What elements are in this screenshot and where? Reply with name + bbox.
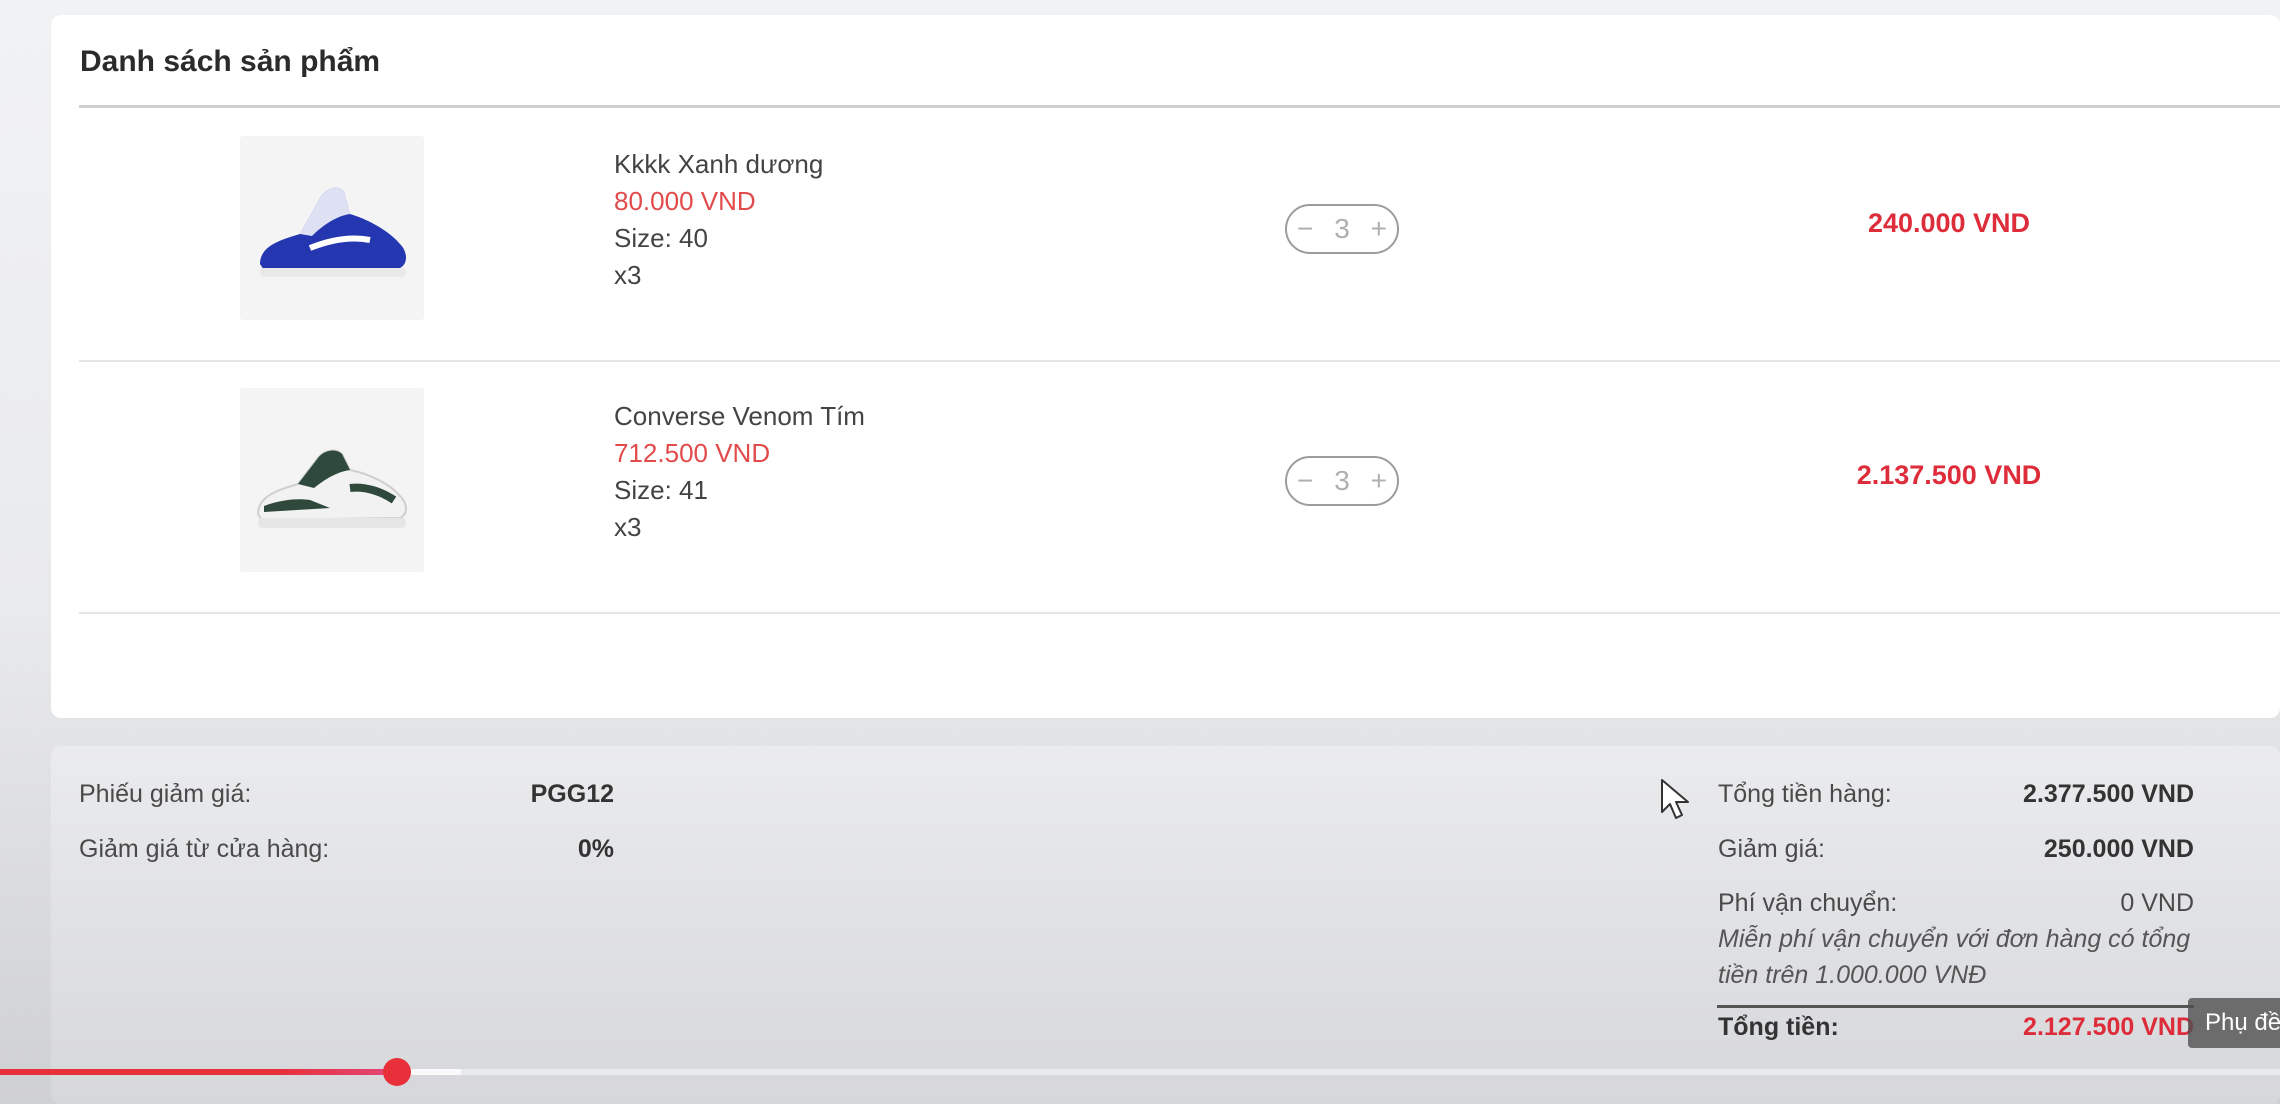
- product-info: Kkkk Xanh dương 80.000 VND Size: 40 x3: [614, 146, 823, 294]
- line-total: 240.000 VND: [1867, 208, 2031, 238]
- product-name[interactable]: Converse Venom Tím: [614, 398, 865, 435]
- subtotal-value: 2.377.500 VND: [2023, 780, 2194, 808]
- product-image[interactable]: [240, 388, 424, 572]
- increment-button[interactable]: +: [1371, 465, 1387, 497]
- shipping-note: Miễn phí vận chuyển với đơn hàng có tổng…: [1718, 925, 2191, 989]
- subtitle-button[interactable]: Phụ đề: [2188, 998, 2280, 1048]
- store-discount-label: Giảm giá từ cửa hàng:: [79, 835, 330, 863]
- voucher-value[interactable]: PGG12: [470, 780, 614, 809]
- unit-price: 712.500 VND: [614, 438, 771, 468]
- subtotal-label: Tổng tiền hàng:: [1718, 780, 1892, 808]
- mouse-cursor-icon: [1661, 779, 1689, 819]
- unit-price: 80.000 VND: [614, 186, 756, 216]
- discount-value: 250.000 VND: [2043, 835, 2194, 863]
- product-row: Converse Venom Tím 712.500 VND Size: 41 …: [79, 360, 2280, 614]
- line-total: 2.137.500 VND: [1856, 460, 2042, 490]
- quantity-value[interactable]: 3: [1334, 213, 1350, 245]
- product-info: Converse Venom Tím 712.500 VND Size: 41 …: [614, 398, 865, 546]
- shipping-label: Phí vận chuyển:: [1718, 889, 1898, 917]
- voucher-label: Phiếu giảm giá:: [79, 780, 252, 808]
- product-size: Size: 41: [614, 475, 708, 505]
- video-progress-bar[interactable]: [0, 1069, 397, 1075]
- total-label: Tổng tiền:: [1718, 1013, 1839, 1041]
- quantity-stepper: − 3 +: [1285, 456, 1399, 506]
- card-title: Danh sách sản phẩm: [80, 45, 381, 78]
- product-image[interactable]: [240, 136, 424, 320]
- shoe-icon: [256, 449, 407, 528]
- quantity-value[interactable]: 3: [1334, 465, 1350, 497]
- shipping-value: 0 VND: [2120, 889, 2194, 917]
- decrement-button[interactable]: −: [1297, 213, 1313, 245]
- increment-button[interactable]: +: [1371, 213, 1387, 245]
- discount-label: Giảm giá:: [1718, 835, 1825, 863]
- divider: [1717, 1005, 2194, 1008]
- product-quantity-label: x3: [614, 260, 642, 290]
- product-quantity-label: x3: [614, 512, 642, 542]
- quantity-stepper: − 3 +: [1285, 204, 1399, 254]
- shoe-icon: [260, 187, 406, 277]
- product-size: Size: 40: [614, 223, 708, 253]
- product-row: Kkkk Xanh dương 80.000 VND Size: 40 x3 −…: [79, 108, 2280, 362]
- decrement-button[interactable]: −: [1297, 465, 1313, 497]
- store-discount-value: 0%: [577, 835, 614, 863]
- product-name[interactable]: Kkkk Xanh dương: [614, 146, 823, 183]
- product-list-card: Danh sách sản phẩm Kkkk Xanh dương 80.00…: [51, 15, 2280, 718]
- video-scrubber-handle[interactable]: [382, 1058, 411, 1086]
- total-value: 2.127.500 VND: [2023, 1013, 2194, 1041]
